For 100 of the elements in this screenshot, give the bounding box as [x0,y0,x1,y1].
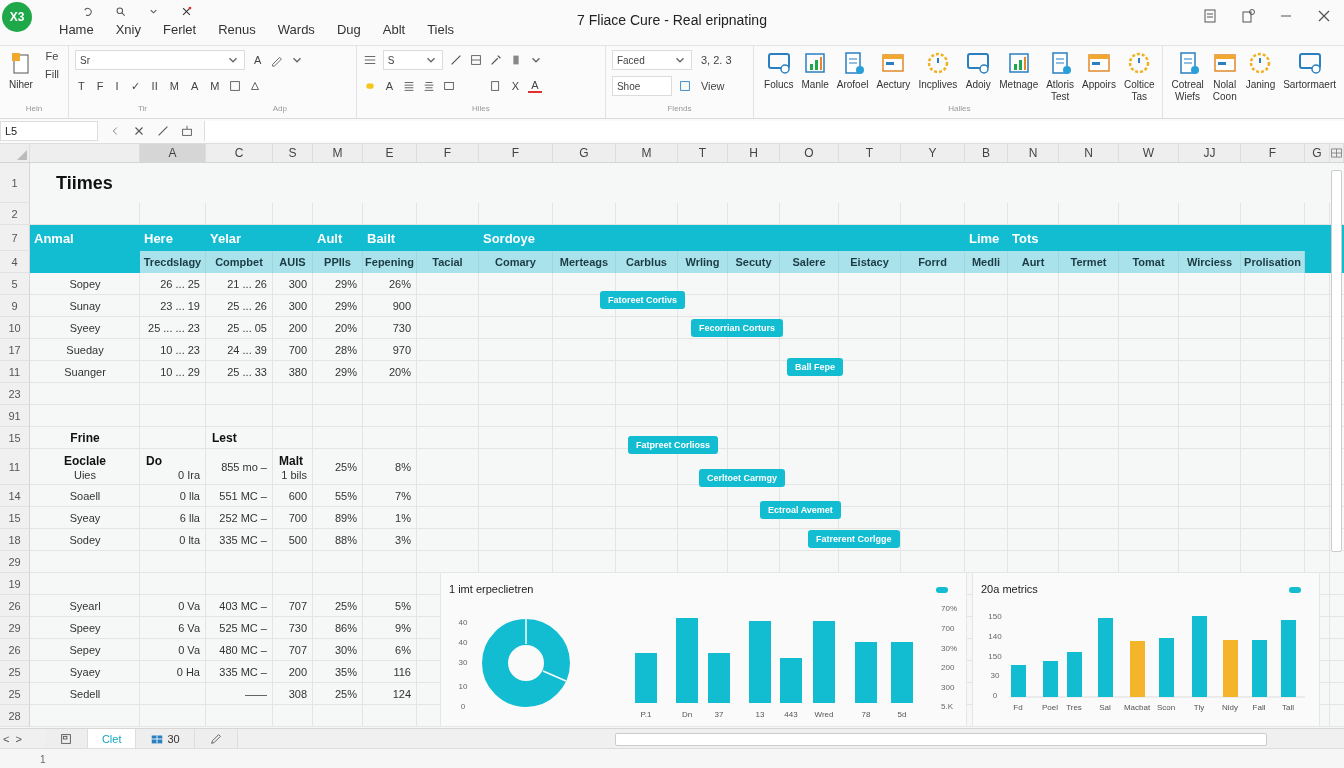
format-button[interactable]: A [187,80,202,92]
ribbon-button[interactable]: Appoirs [1080,50,1118,104]
menu-tab[interactable]: Xniy [104,22,152,37]
grid-icon[interactable] [677,79,692,93]
style-field[interactable]: Shoe [611,76,672,96]
view-button[interactable]: View [697,80,728,92]
column-letter[interactable]: N [1008,144,1059,162]
format-button[interactable]: T [75,80,88,92]
horizontal-scrollbar[interactable] [615,733,1267,746]
menu-tab[interactable]: Hame [48,22,105,37]
formula-field[interactable] [204,121,1344,141]
vertical-scrollbar[interactable] [1331,170,1342,552]
grid-icon[interactable] [1330,146,1343,160]
menu-tab[interactable]: Tiels [416,22,466,37]
ribbon-button[interactable]: Arofoel [834,50,871,104]
column-letter[interactable]: B [965,144,1008,162]
undo-icon[interactable] [82,5,93,17]
ribbon-button[interactable]: Cotreal Wiefs [1169,50,1206,118]
column-header: AUIS [273,251,313,273]
cell-value: 730 [392,322,411,334]
axis-tick-label: 150 [988,612,1002,621]
cell-value: 124 [392,688,411,700]
menu-tab[interactable]: Ferlet [152,22,208,37]
sheet-nav-button[interactable]: > [12,733,25,745]
column-letter[interactable]: S [273,144,313,162]
axis-label: Dn [681,710,693,719]
column-letter[interactable]: G [1305,144,1330,162]
paste-button[interactable]: Niher [6,50,36,104]
ribbon-button[interactable]: Aectury [874,50,913,104]
format-button[interactable]: F [93,80,107,92]
column-letter[interactable]: M [616,144,678,162]
axis-tick-label: 30% [941,644,957,653]
close-icon[interactable] [1316,8,1332,24]
ribbon-button[interactable]: Coltice Tas [1121,50,1157,104]
column-letter[interactable]: M [313,144,363,162]
menu-tab[interactable]: Dug [325,22,372,37]
ribbon-button[interactable]: Fill [42,68,63,80]
font-color-button[interactable]: A [528,79,542,93]
row-number: 17 [0,339,30,361]
row-number: 19 [0,573,30,595]
format-button[interactable]: ✓ [127,79,143,93]
font-field[interactable]: Sr [75,50,246,70]
border-icon[interactable] [228,79,243,93]
ribbon-button[interactable]: Metnage [997,50,1041,104]
column-letter[interactable]: F [479,144,553,162]
pencil-icon[interactable] [208,732,223,746]
table-icon[interactable] [468,53,483,67]
column-letter[interactable]: T [839,144,901,162]
format-button[interactable]: II [148,80,161,92]
ribbon-button[interactable]: Atloris Test [1044,50,1076,104]
column-header: Secuty [728,251,780,273]
column-letter[interactable]: F [417,144,479,162]
menu-tab[interactable]: Wards [266,22,326,37]
clear-button[interactable]: X [508,80,523,92]
column-letter[interactable]: C [206,144,273,162]
format-button[interactable]: I [112,80,122,92]
chart-bar [780,658,802,703]
chart-bar [708,653,730,703]
column-letter[interactable]: G [553,144,616,162]
font-size-button[interactable]: A [251,54,265,66]
cell-value: 6% [395,644,411,656]
menu-tab[interactable]: Ablt [371,22,417,37]
format-button[interactable]: M [166,80,182,92]
align-icon[interactable] [362,53,377,67]
number-button[interactable]: 3, 2. 3 [697,54,735,66]
column-header: Tots [1012,230,1039,246]
column-letter[interactable]: O [780,144,839,162]
legend-icon [936,587,948,593]
page-icon[interactable] [58,732,73,746]
ribbon-button[interactable]: Nolal Coon [1209,50,1240,118]
ribbon-button[interactable]: Adoiy [963,50,994,104]
axis-label: Tall [1282,703,1294,712]
ribbon-button[interactable]: Janing [1243,50,1278,118]
row-number: 25 [0,683,30,705]
column-letter[interactable]: Y [901,144,965,162]
column-header: Sordoye [483,230,535,246]
row-number: 5 [0,273,30,295]
text-color-button[interactable]: A [382,80,397,92]
menu-tab[interactable]: Renus [207,22,267,37]
column-letter[interactable]: E [363,144,417,162]
row-label: Syearl [69,600,101,612]
search-icon[interactable] [115,5,126,17]
column-letter[interactable]: N [1059,144,1119,162]
column-letter[interactable]: JJ [1179,144,1241,162]
document-icon[interactable] [1202,8,1218,24]
column-letter[interactable]: F [1241,144,1305,162]
format-button[interactable]: M [207,80,223,92]
column-letter[interactable]: T [678,144,728,162]
ribbon-button[interactable]: Manle [799,50,831,104]
column-letter[interactable]: W [1119,144,1179,162]
number-format-field[interactable]: Faced [611,50,692,70]
ribbon-button[interactable]: Incplives [916,50,960,104]
ribbon-button[interactable]: Folucs [762,50,796,104]
name-box[interactable]: L5 [0,121,98,141]
sheet-nav-button[interactable]: < [0,733,13,745]
ribbon-button[interactable]: Sartormaert [1281,50,1338,118]
ribbon-button[interactable]: Fe [42,50,63,62]
column-letter[interactable]: A [140,144,206,162]
style-field[interactable]: S [382,50,443,70]
column-letter[interactable]: H [728,144,780,162]
